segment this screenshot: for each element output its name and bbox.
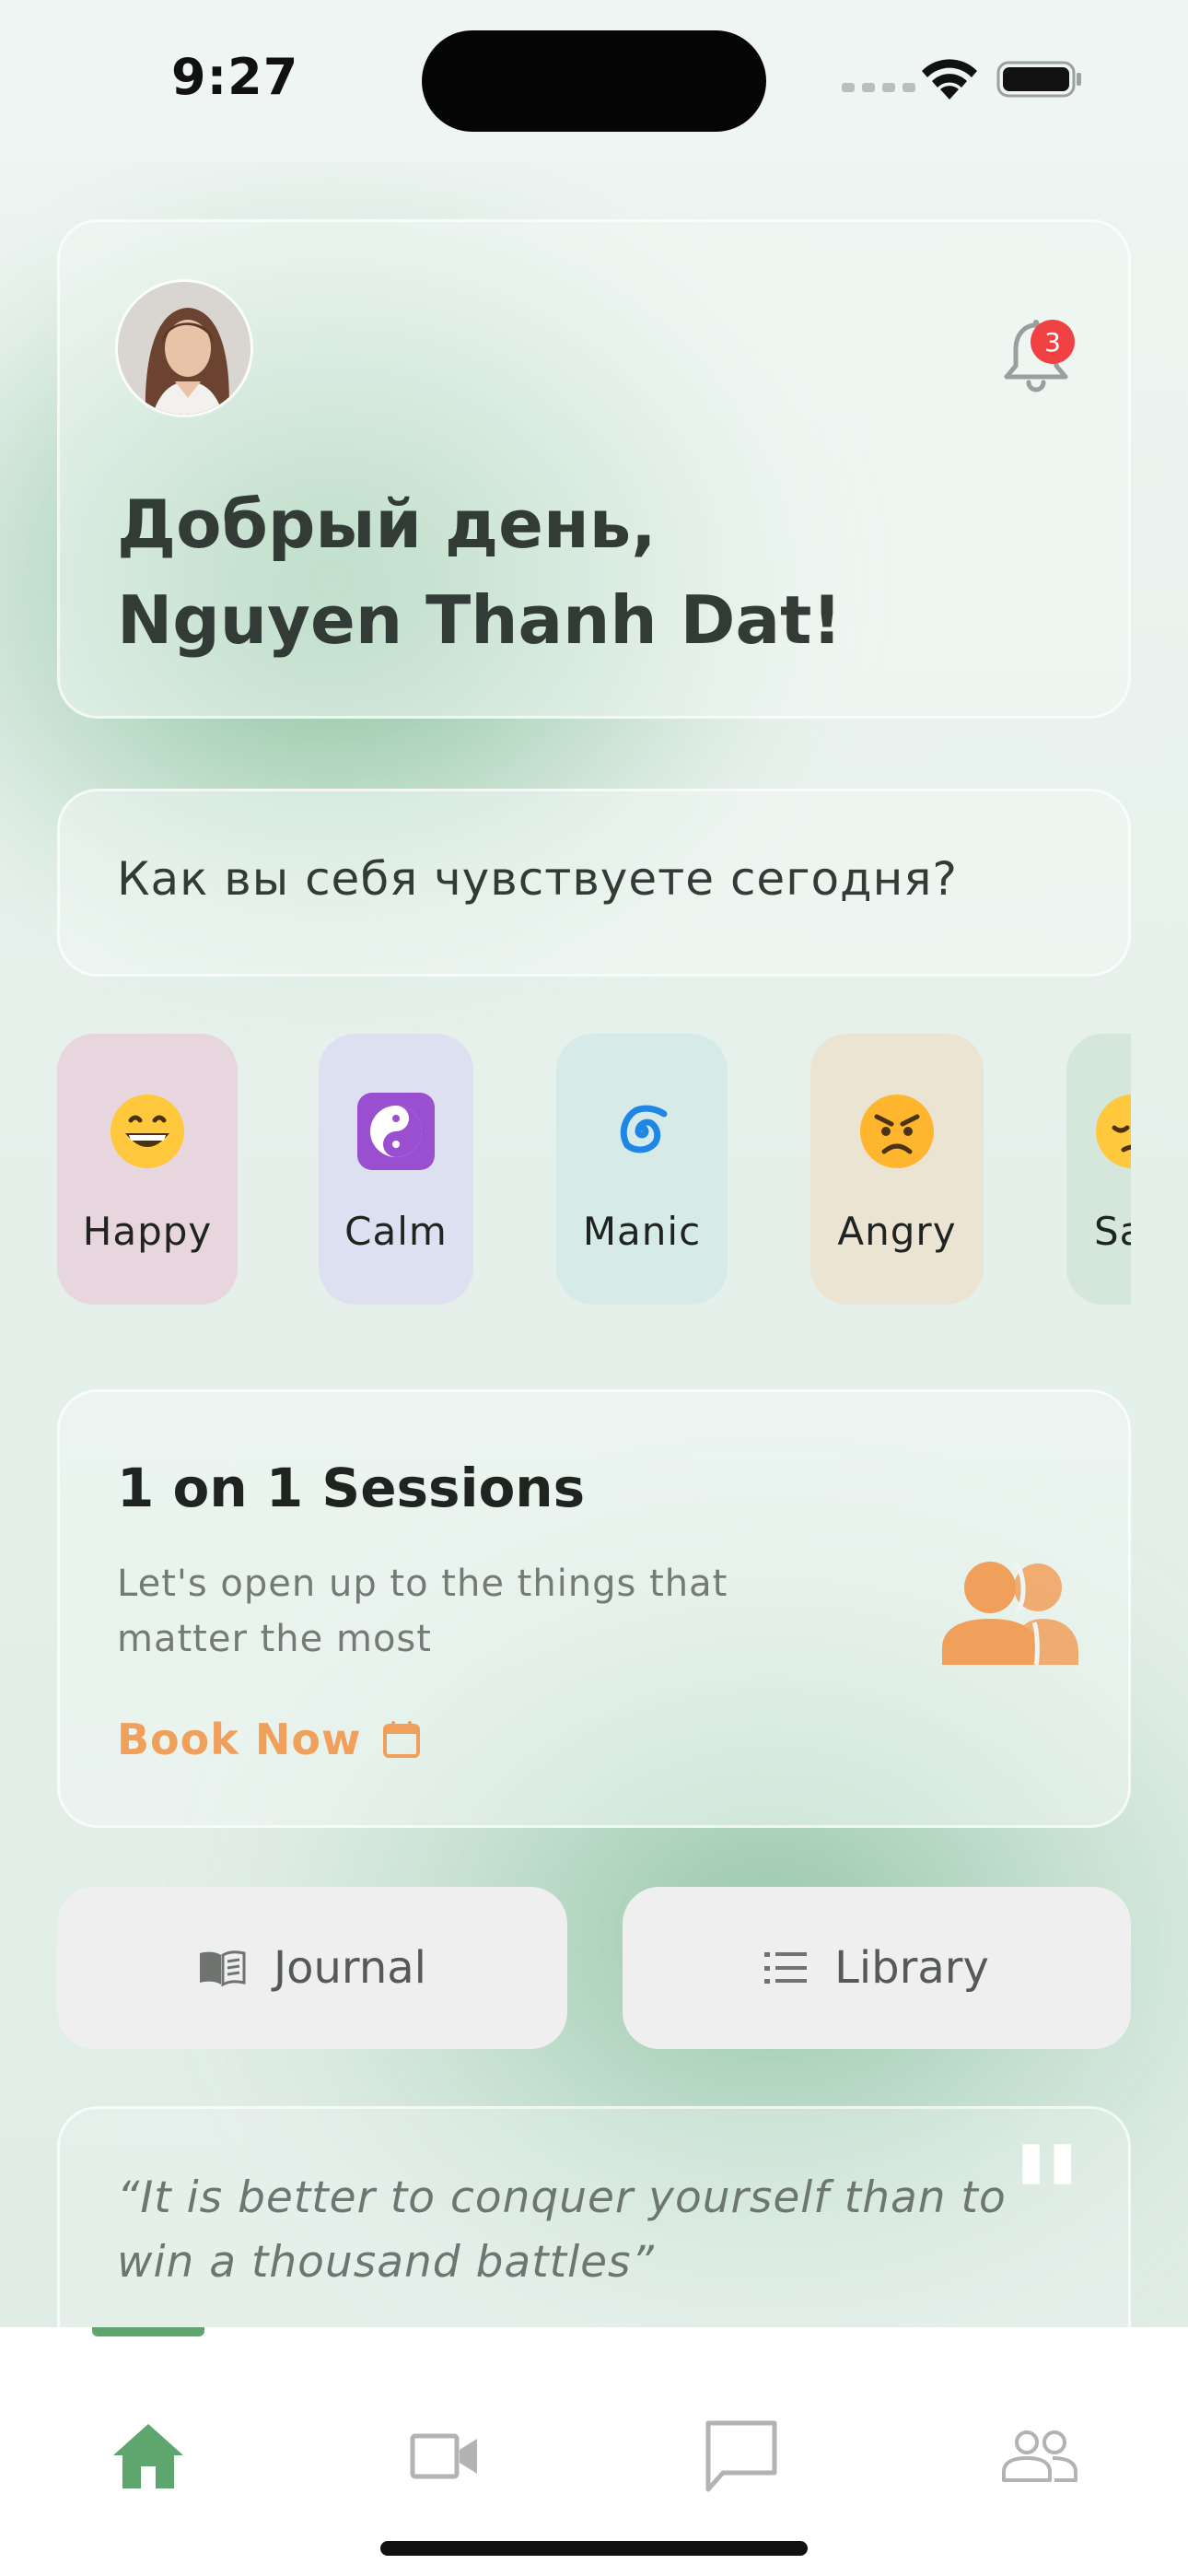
mood-selector[interactable]: Happy Calm Manic Angry S [57,1034,1131,1306]
book-now-button[interactable]: Book Now [117,1715,422,1764]
quote-mark-icon: " [1008,2114,1086,2287]
pensive-face-icon [1096,1095,1131,1168]
mood-happy[interactable]: Happy [57,1034,238,1305]
status-bar: 9:27 [0,0,1188,162]
mood-label: Sa [1094,1209,1131,1254]
mood-label: Angry [837,1209,957,1254]
mood-question-card: Как вы себя чувствуете сегодня? [57,789,1131,977]
greeting-name: Nguyen Thanh Dat! [117,581,843,659]
yin-yang-icon [357,1093,435,1170]
battery-icon [996,61,1081,98]
active-tab-indicator [92,2327,204,2336]
sessions-subtitle: Let's open up to the things that matter … [117,1563,728,1660]
grinning-face-icon [111,1095,184,1168]
home-indicator [380,2541,808,2556]
video-icon [410,2433,477,2479]
status-time: 9:27 [171,48,299,106]
chat-icon [705,2420,777,2492]
notification-badge: 3 [1031,320,1075,364]
greeting-title: Добрый день, Nguyen Thanh Dat! [117,476,842,668]
mood-label: Calm [344,1209,448,1254]
tab-video[interactable] [394,2410,495,2502]
tab-community[interactable] [989,2410,1090,2502]
cyclone-icon [620,1105,668,1153]
greeting-line: Добрый день, [117,486,657,563]
list-icon [764,1952,808,1984]
mood-sad[interactable]: Sa [1066,1034,1131,1305]
people-icon [942,1561,1078,1665]
tab-home[interactable] [98,2410,199,2502]
quote-text: “It is better to conquer yourself than t… [117,2172,1007,2288]
dynamic-island [422,30,766,132]
journal-button[interactable]: Journal [57,1887,567,2049]
journal-label: Journal [273,1942,426,1994]
user-avatar-icon [118,282,250,415]
community-icon [1002,2430,1077,2482]
mood-calm[interactable]: Calm [319,1034,473,1305]
bottom-tab-bar [0,2327,1188,2576]
mood-question: Как вы себя чувствуете сегодня? [117,852,958,906]
wifi-icon [922,59,977,100]
avatar[interactable] [115,279,253,417]
calendar-icon [383,1721,421,1758]
book-now-label: Book Now [117,1715,362,1764]
angry-face-icon [860,1095,934,1168]
quote-card: “It is better to conquer yourself than t… [57,2106,1131,2364]
mood-angry[interactable]: Angry [810,1034,984,1305]
tab-chat[interactable] [691,2410,792,2502]
book-icon [199,1950,246,1986]
sessions-card: 1 on 1 Sessions Let's open up to the thi… [57,1389,1131,1828]
mood-label: Happy [82,1209,213,1254]
mood-manic[interactable]: Manic [556,1034,728,1305]
mood-label: Manic [582,1209,702,1254]
library-label: Library [834,1942,989,1994]
sessions-title: 1 on 1 Sessions [117,1457,586,1519]
library-button[interactable]: Library [623,1887,1131,2049]
home-icon [113,2424,183,2488]
cellular-signal-icon [842,83,915,92]
greeting-card: 3 Добрый день, Nguyen Thanh Dat! [57,219,1131,719]
